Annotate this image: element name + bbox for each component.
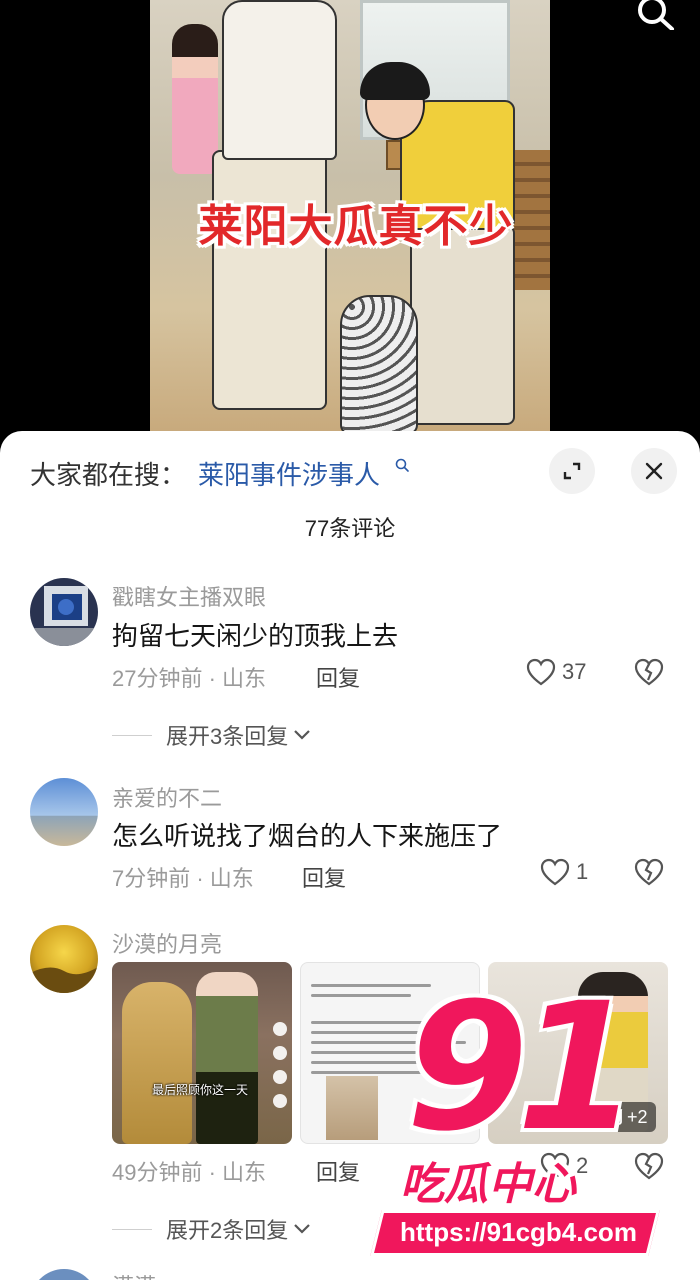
comment-item: 戳瞎女主播双眼 拘留七天闲少的顶我上去 27分钟前 · 山东 回复 37 展开3… <box>0 578 700 758</box>
image-figure-dress <box>122 982 192 1144</box>
avatar[interactable] <box>30 1269 98 1280</box>
hot-search-term[interactable]: 莱阳事件涉事人 <box>198 455 380 492</box>
chevron-down-icon <box>294 1224 311 1234</box>
close-button[interactable] <box>631 448 677 494</box>
comment-item: 亲爱的不二 怎么听说找了烟台的人下来施压了 7分钟前 · 山东 回复 1 <box>0 778 700 898</box>
avatar[interactable] <box>30 778 98 846</box>
chevron-down-icon <box>294 730 311 740</box>
image-icon <box>604 1109 622 1125</box>
expand-icon <box>563 462 581 480</box>
reply-button[interactable]: 回复 <box>316 661 360 693</box>
reply-button[interactable]: 回复 <box>316 1155 360 1187</box>
image-side-icons <box>270 1022 290 1108</box>
expand-replies-label: 展开3条回复 <box>166 724 289 749</box>
comment-item: 沙漠的月亮 最后照顾你这一天 +2 49分钟前 · 山东 回复 2 展开2条回复 <box>0 925 700 1255</box>
expand-replies-button[interactable]: 展开2条回复 <box>112 1213 312 1245</box>
heart-icon <box>526 658 556 686</box>
like-button[interactable]: 1 <box>540 858 588 886</box>
comment-username[interactable]: 戳瞎女主播双眼 <box>112 580 266 612</box>
video-child-illustration <box>340 295 418 435</box>
divider <box>112 734 152 736</box>
like-button[interactable]: 2 <box>540 1152 588 1180</box>
comment-username[interactable]: 满满 <box>112 1269 156 1280</box>
video-man-illustration <box>212 150 327 410</box>
comment-username[interactable]: 沙漠的月亮 <box>112 927 222 959</box>
comment-item-partial: 满满 <box>0 1269 700 1280</box>
broken-heart-icon[interactable] <box>634 658 664 686</box>
heart-icon <box>540 858 570 886</box>
comment-time-location: 49分钟前 · 山东 <box>112 1160 267 1185</box>
comment-image[interactable]: 最后照顾你这一天 <box>112 962 292 1144</box>
comment-image-gallery: 最后照顾你这一天 +2 <box>112 962 668 1144</box>
comment-sheet: 大家都在搜： 莱阳事件涉事人 77条评论 戳瞎女主播双眼 拘留七天闲少的顶我上去… <box>0 431 700 1280</box>
image-inset <box>326 1076 378 1140</box>
image-figure-soldier <box>196 972 258 1144</box>
video-player[interactable]: 莱阳大瓜真不少 <box>0 0 700 440</box>
broken-heart-icon[interactable] <box>634 1152 664 1180</box>
search-icon[interactable] <box>630 0 680 31</box>
comment-time-location: 27分钟前 · 山东 <box>112 666 267 691</box>
hot-search-prefix: 大家都在搜： <box>30 460 187 490</box>
like-button[interactable]: 37 <box>526 658 586 686</box>
heart-icon <box>540 1152 570 1180</box>
video-girl-illustration <box>172 24 218 174</box>
broken-heart-icon[interactable] <box>634 858 664 886</box>
like-count: 37 <box>562 659 587 684</box>
expand-button[interactable] <box>549 448 595 494</box>
divider <box>112 1228 152 1230</box>
magnifier-icon[interactable] <box>395 458 411 474</box>
avatar[interactable] <box>30 925 98 993</box>
comment-time-location: 7分钟前 · 山东 <box>112 866 254 891</box>
more-images-badge[interactable]: +2 <box>596 1102 656 1132</box>
video-man-shirt-illustration <box>222 0 337 160</box>
video-caption: 莱阳大瓜真不少 <box>198 202 514 251</box>
hot-search-bar: 大家都在搜： 莱阳事件涉事人 <box>0 431 700 513</box>
comment-username[interactable]: 亲爱的不二 <box>112 781 222 813</box>
comment-image[interactable] <box>300 962 480 1144</box>
avatar[interactable] <box>30 578 98 646</box>
close-icon <box>645 462 663 480</box>
more-images-count: +2 <box>627 1106 648 1127</box>
like-count: 1 <box>576 859 589 884</box>
image-caption: 最后照顾你这一天 <box>152 1083 249 1097</box>
comment-text[interactable]: 拘留七天闲少的顶我上去 <box>112 616 398 653</box>
comment-image[interactable]: +2 <box>488 962 668 1144</box>
like-count: 2 <box>576 1153 589 1178</box>
video-woman-illustration <box>410 225 515 425</box>
expand-replies-button[interactable]: 展开3条回复 <box>112 719 312 751</box>
reply-button[interactable]: 回复 <box>302 861 346 893</box>
comment-count: 77条评论 <box>304 516 396 541</box>
comment-text[interactable]: 怎么听说找了烟台的人下来施压了 <box>112 816 502 853</box>
expand-replies-label: 展开2条回复 <box>166 1218 289 1243</box>
